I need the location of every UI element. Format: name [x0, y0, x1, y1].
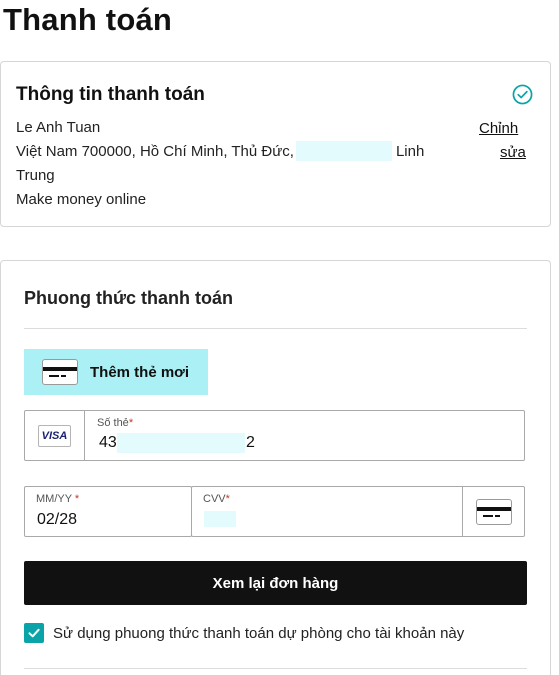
card-back-icon: [475, 498, 512, 525]
billing-address-part1: Việt Nam 700000, Hồ Chí Minh, Thủ Đức,: [16, 143, 294, 160]
card-number-value-suffix: 2: [246, 434, 255, 451]
cvv-field[interactable]: CVV*: [191, 486, 525, 537]
divider: [24, 328, 527, 329]
edit-link-line1: Chỉnh: [479, 120, 519, 137]
expiry-value: 02/28: [37, 511, 78, 528]
redacted-street: [295, 141, 392, 161]
cvv-label: CVV*: [203, 493, 230, 505]
page-title: Thanh toán: [3, 2, 173, 37]
expiry-date-field[interactable]: MM/YY * 02/28: [24, 486, 192, 537]
card-number-label: Số thẻ*: [97, 417, 134, 429]
review-order-button[interactable]: Xem lại đơn hàng: [24, 561, 527, 605]
billing-info-card: Thông tin thanh toán Le Anh Tuan Việt Na…: [0, 61, 551, 227]
backup-payment-checkbox[interactable]: [24, 623, 44, 643]
check-circle-icon: [512, 84, 533, 105]
credit-card-icon: [42, 359, 78, 385]
edit-billing-link[interactable]: Chỉnh sửa: [479, 117, 526, 165]
redacted-cvv: [204, 511, 236, 527]
billing-info-heading: Thông tin thanh toán: [16, 84, 205, 105]
cvv-card-icon-cell: [462, 487, 524, 536]
billing-address-line: Việt Nam 700000, Hồ Chí Minh, Thủ Đức, Li…: [16, 140, 424, 164]
redacted-card-digits: [117, 433, 245, 453]
payment-method-heading: Phuong thức thanh toán: [24, 288, 234, 308]
backup-payment-row: Sử dụng phuong thức thanh toán dự phòng …: [24, 623, 464, 643]
checkmark-icon: [28, 628, 40, 638]
expiry-label: MM/YY *: [36, 493, 80, 505]
edit-link-line2: sửa: [500, 144, 526, 161]
add-new-card-label: Thêm thẻ mơi: [90, 363, 190, 381]
divider: [24, 668, 527, 669]
billing-note: Make money online: [16, 191, 147, 208]
backup-payment-label: Sử dụng phuong thức thanh toán dự phòng …: [53, 624, 465, 642]
payment-method-card: Phuong thức thanh toán Thêm thẻ mơi VISA…: [0, 260, 551, 675]
billing-address-part2: Linh: [395, 143, 425, 160]
billing-address-part3: Trung: [16, 167, 55, 184]
card-number-field[interactable]: VISA Số thẻ* 43( 2: [24, 410, 525, 461]
card-brand-cell: VISA: [25, 411, 85, 460]
billing-name: Le Anh Tuan: [16, 119, 101, 136]
visa-logo-icon: VISA: [38, 424, 71, 447]
add-new-card-button[interactable]: Thêm thẻ mơi: [24, 349, 208, 395]
